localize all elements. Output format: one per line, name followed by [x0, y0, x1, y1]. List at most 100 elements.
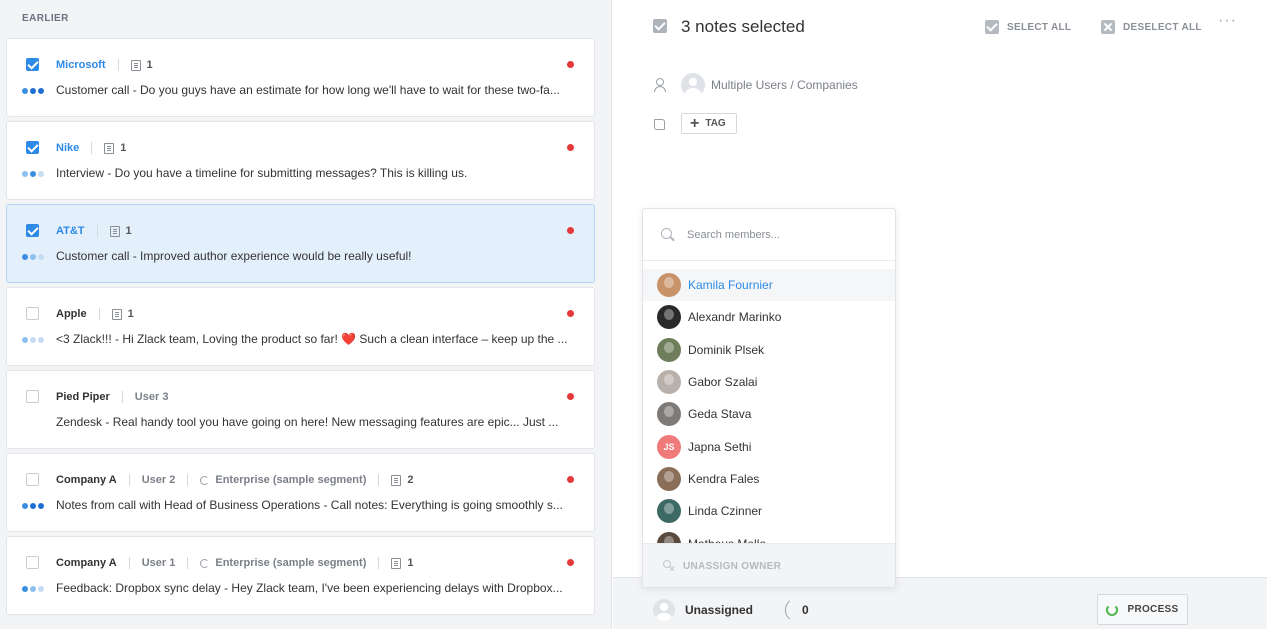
avatar: [657, 305, 681, 330]
notes-list-panel: EARLIER Microsoft 1 Customer call - Do you…: [0, 0, 612, 629]
note-card[interactable]: Pied Piper User 3 Zendesk - Real handy too…: [6, 370, 595, 449]
document-count: 1: [109, 225, 132, 237]
member-name: Kendra Fales: [688, 471, 760, 486]
note-card[interactable]: Apple 1 <3 Zlack!!! - Hi Zlack team, Lovin…: [6, 287, 595, 366]
importance-indicator[interactable]: [22, 503, 44, 509]
unread-dot: [567, 61, 574, 68]
importance-dot: [22, 88, 28, 94]
importance-dot: [30, 254, 36, 260]
note-card[interactable]: Nike 1 Interview - Do you have a timeline …: [6, 121, 595, 200]
tag-row: + TAG: [653, 113, 737, 134]
divider: [187, 474, 189, 486]
member-item[interactable]: Kendra Fales: [643, 463, 895, 495]
note-checkbox[interactable]: [26, 141, 39, 154]
company-name[interactable]: Nike: [56, 142, 79, 154]
document-count-text: 1: [407, 557, 414, 569]
member-item[interactable]: Geda Stava: [643, 398, 895, 430]
unread-dot: [567, 144, 574, 151]
note-checkbox[interactable]: [26, 307, 39, 320]
note-checkbox[interactable]: [26, 473, 39, 486]
unread-dot: [567, 476, 574, 483]
note-checkbox[interactable]: [26, 224, 39, 237]
member-item[interactable]: Alexandr Marinko: [643, 301, 895, 333]
document-icon: [111, 308, 122, 320]
deselect-all-button[interactable]: DESELECT ALL: [1101, 20, 1202, 34]
user-label: User 1: [141, 557, 176, 569]
avatar: [657, 499, 681, 524]
importance-dot: [38, 254, 44, 260]
select-all-button[interactable]: SELECT ALL: [985, 20, 1071, 34]
divider: [378, 557, 380, 569]
note-text: Customer call - Do you guys have an esti…: [56, 83, 560, 97]
document-count: 1: [104, 142, 126, 154]
avatar: JS: [657, 434, 681, 459]
member-item[interactable]: Kamila Fournier: [643, 269, 895, 302]
document-icon: [130, 59, 141, 71]
importance-indicator[interactable]: [22, 88, 44, 94]
note-card[interactable]: Microsoft 1 Customer call - Do you guys ha…: [6, 38, 595, 117]
document-count: 1: [391, 557, 413, 569]
member-item[interactable]: Linda Czinner: [643, 495, 895, 527]
importance-indicator[interactable]: [22, 171, 44, 177]
selection-checkbox[interactable]: [653, 19, 667, 33]
divider: [121, 391, 123, 403]
search-input[interactable]: [687, 228, 877, 241]
member-name: Kamila Fournier: [688, 278, 773, 293]
importance-dot: [22, 254, 28, 260]
importance-indicator[interactable]: [22, 337, 44, 343]
company-name: Company A: [56, 474, 117, 486]
importance-dot: [38, 337, 44, 343]
document-icon: [104, 142, 115, 154]
unassign-label: UNASSIGN OWNER: [683, 561, 782, 572]
segment-icon: [200, 558, 210, 568]
member-dropdown: Kamila Fournier Alexandr Marinko Dominik P…: [642, 208, 896, 588]
note-text: Notes from call with Head of Business Op…: [56, 498, 563, 512]
owner-avatar[interactable]: [653, 599, 675, 621]
member-item[interactable]: Dominik Plsek: [643, 334, 895, 366]
importance-indicator[interactable]: [22, 254, 44, 260]
note-checkbox[interactable]: [26, 58, 39, 71]
document-icon: [391, 474, 402, 486]
note-card[interactable]: AT&T 1 Customer call - Improved author exp…: [6, 204, 595, 283]
member-name: Dominik Plsek: [688, 342, 765, 357]
owner-row[interactable]: Multiple Users / Companies: [653, 73, 858, 97]
section-label: EARLIER: [22, 13, 69, 24]
search-icon: [661, 227, 675, 242]
add-tag-button[interactable]: + TAG: [681, 113, 737, 134]
note-text: <3 Zlack!!! - Hi Zlack team, Loving the …: [56, 332, 568, 346]
process-button[interactable]: PROCESS: [1097, 594, 1188, 625]
owner-name[interactable]: Unassigned: [685, 603, 753, 617]
unassign-owner-button[interactable]: UNASSIGN OWNER: [643, 543, 895, 587]
document-count-text: 2: [407, 474, 414, 486]
importance-dot: [30, 88, 36, 94]
divider: [96, 225, 98, 237]
search-bar: [643, 209, 895, 261]
segment-text: Enterprise (sample segment): [215, 557, 367, 569]
note-checkbox[interactable]: [26, 390, 39, 403]
document-icon: [109, 225, 120, 237]
company-name: Pied Piper: [56, 391, 110, 403]
importance-dot: [30, 586, 36, 592]
user-label: User 3: [134, 391, 169, 403]
importance-indicator[interactable]: [22, 586, 44, 592]
note-meta: Pied Piper User 3: [56, 390, 168, 404]
importance-dot: [22, 586, 28, 592]
signal-count: 0: [802, 603, 809, 617]
unread-dot: [567, 227, 574, 234]
company-name[interactable]: Microsoft: [56, 59, 106, 71]
document-icon: [391, 557, 402, 569]
note-checkbox[interactable]: [26, 556, 39, 569]
company-name[interactable]: AT&T: [56, 225, 85, 237]
signal-icon: [780, 603, 792, 615]
select-all-label: SELECT ALL: [1007, 21, 1072, 33]
segment-icon: [200, 475, 210, 485]
note-card[interactable]: Company A User 2 Enterprise (sample segmen…: [6, 453, 595, 532]
company-name: Company A: [56, 557, 117, 569]
note-card[interactable]: Company A User 1 Enterprise (sample segmen…: [6, 536, 595, 615]
more-options-icon[interactable]: ···: [1218, 12, 1237, 30]
member-item[interactable]: JS Japna Sethi: [643, 430, 895, 462]
importance-dot: [22, 337, 28, 343]
divider: [187, 557, 189, 569]
unread-dot: [567, 310, 574, 317]
member-item[interactable]: Gabor Szalai: [643, 366, 895, 398]
